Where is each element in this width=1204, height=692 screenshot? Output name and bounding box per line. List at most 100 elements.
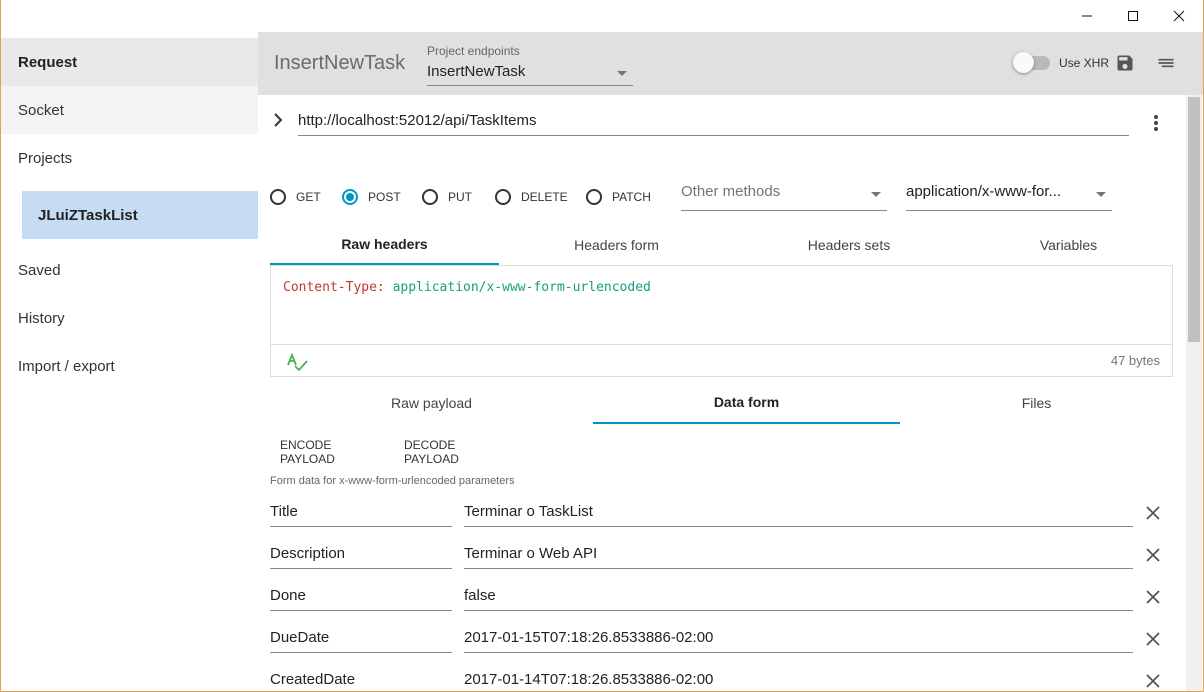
tab-raw-payload[interactable]: Raw payload	[270, 382, 593, 424]
radio-icon	[495, 189, 511, 205]
endpoints-dropdown[interactable]: InsertNewTask	[427, 61, 633, 86]
tab-headers-sets[interactable]: Headers sets	[734, 225, 964, 265]
button-label: ENCODE PAYLOAD	[280, 438, 335, 466]
content-type-value: application/x-www-for...	[906, 183, 1062, 200]
decode-payload-button[interactable]: DECODE PAYLOAD	[394, 438, 516, 466]
other-methods-placeholder: Other methods	[681, 183, 781, 200]
tab-label: Raw payload	[391, 395, 472, 411]
method-radio-get[interactable]: GET	[270, 189, 321, 205]
close-icon[interactable]	[1145, 631, 1161, 647]
headers-size: 47 bytes	[1110, 353, 1160, 368]
chevron-down-icon	[871, 192, 881, 197]
minimize-icon	[1082, 15, 1092, 17]
radio-checked-icon	[342, 189, 358, 205]
title-bar	[1, 0, 1203, 32]
sidebar-item-projects[interactable]: Projects	[1, 134, 258, 182]
param-name-input[interactable]: Title	[270, 497, 452, 527]
sort-lines-icon	[1158, 58, 1174, 68]
chevron-down-icon	[617, 71, 627, 76]
sidebar: Request Socket Projects JLuiZTaskList Sa…	[1, 38, 258, 691]
param-value-input[interactable]: Terminar o Web API	[464, 539, 1133, 569]
save-button[interactable]	[1113, 51, 1137, 75]
url-input[interactable]: http://localhost:52012/api/TaskItems	[298, 112, 1129, 136]
more-vert-icon[interactable]	[1146, 111, 1166, 135]
sidebar-item-request[interactable]: Request	[1, 38, 258, 86]
tab-label: Data form	[713, 394, 780, 410]
sidebar-item-label: Saved	[18, 261, 61, 279]
method-radio-post[interactable]: POST	[342, 189, 401, 205]
radio-icon	[270, 189, 286, 205]
close-icon	[1173, 10, 1185, 22]
page-title: InsertNewTask	[274, 52, 406, 74]
form-hint: Form data for x-www-form-urlencoded para…	[270, 475, 515, 487]
tab-variables[interactable]: Variables	[964, 225, 1173, 265]
payload-tabs: Raw payload Data form Files	[270, 382, 1173, 424]
tab-files[interactable]: Files	[900, 382, 1173, 424]
radio-icon	[586, 189, 602, 205]
menu-button[interactable]	[1154, 51, 1178, 75]
headers-editor[interactable]: Content-Type: application/x-www-form-url…	[270, 265, 1173, 377]
param-name-input[interactable]: DueDate	[270, 623, 452, 653]
sidebar-item-saved[interactable]: Saved	[1, 246, 258, 294]
method-label: GET	[296, 190, 321, 204]
maximize-icon	[1128, 11, 1138, 21]
use-xhr-toggle-knob[interactable]	[1013, 52, 1034, 73]
tab-raw-headers[interactable]: Raw headers	[270, 225, 499, 265]
tab-data-form[interactable]: Data form	[593, 382, 900, 424]
save-icon	[1117, 55, 1133, 71]
tab-label: Variables	[1039, 237, 1098, 253]
radio-icon	[422, 189, 438, 205]
param-name-input[interactable]: CreatedDate	[270, 665, 452, 691]
other-methods-dropdown[interactable]: Other methods	[681, 183, 887, 211]
form-row: Title Terminar o TaskList	[270, 497, 1173, 539]
encode-payload-button[interactable]: ENCODE PAYLOAD	[270, 438, 345, 466]
param-name-input[interactable]: Done	[270, 581, 452, 611]
param-value-input[interactable]: 2017-01-15T07:18:26.8533886-02:00	[464, 623, 1133, 653]
close-window-button[interactable]	[1156, 0, 1202, 32]
form-row: DueDate 2017-01-15T07:18:26.8533886-02:0…	[270, 623, 1173, 665]
method-radio-patch[interactable]: PATCH	[586, 189, 651, 205]
minimize-button[interactable]	[1064, 0, 1110, 32]
close-icon[interactable]	[1145, 547, 1161, 563]
tab-label: Headers sets	[807, 237, 891, 253]
sidebar-item-label: Socket	[18, 101, 64, 119]
param-value-input[interactable]: 2017-01-14T07:18:26.8533886-02:00	[464, 665, 1133, 691]
sidebar-item-label: Projects	[18, 149, 73, 167]
form-row: CreatedDate 2017-01-14T07:18:26.8533886-…	[270, 665, 1173, 691]
close-icon[interactable]	[1145, 589, 1161, 605]
chevron-right-icon[interactable]	[272, 113, 284, 127]
header-value: application/x-www-form-urlencoded	[392, 280, 651, 295]
sidebar-project-item[interactable]: JLuiZTaskList	[22, 191, 258, 239]
param-name-input[interactable]: Description	[270, 539, 452, 569]
scrollbar-thumb[interactable]	[1188, 97, 1200, 342]
tab-headers-form[interactable]: Headers form	[499, 225, 734, 265]
sidebar-item-import-export[interactable]: Import / export	[1, 342, 258, 390]
sidebar-item-history[interactable]: History	[1, 294, 258, 342]
chevron-down-icon	[1096, 192, 1106, 197]
url-row: http://localhost:52012/api/TaskItems	[258, 95, 1186, 145]
endpoints-label: Project endpoints	[427, 44, 520, 58]
method-label: POST	[368, 190, 401, 204]
editor-footer: 47 bytes	[271, 344, 1172, 377]
sidebar-item-label: History	[18, 309, 65, 327]
spellcheck-icon[interactable]	[285, 352, 309, 372]
close-icon[interactable]	[1145, 505, 1161, 521]
request-panel: http://localhost:52012/api/TaskItems GET…	[258, 95, 1186, 691]
headers-code: Content-Type: application/x-www-form-url…	[283, 280, 651, 295]
method-radio-put[interactable]: PUT	[422, 189, 472, 205]
param-value-input[interactable]: false	[464, 581, 1133, 611]
method-label: DELETE	[521, 190, 568, 204]
maximize-button[interactable]	[1110, 0, 1156, 32]
content-type-dropdown[interactable]: application/x-www-for...	[906, 183, 1112, 211]
sidebar-item-socket[interactable]: Socket	[1, 86, 258, 134]
use-xhr-label: Use XHR	[1059, 56, 1110, 70]
param-value-input[interactable]: Terminar o TaskList	[464, 497, 1133, 527]
close-icon[interactable]	[1145, 673, 1161, 689]
method-radio-delete[interactable]: DELETE	[495, 189, 568, 205]
header-key: Content-Type:	[283, 280, 385, 295]
form-row: Done false	[270, 581, 1173, 623]
headers-tabs: Raw headers Headers form Headers sets Va…	[270, 225, 1173, 265]
method-selector: GET POST PUT DELETE PATCH Other methods …	[258, 183, 1186, 213]
sidebar-item-label: Import / export	[18, 357, 115, 375]
toolbar: InsertNewTask Project endpoints InsertNe…	[258, 32, 1203, 95]
